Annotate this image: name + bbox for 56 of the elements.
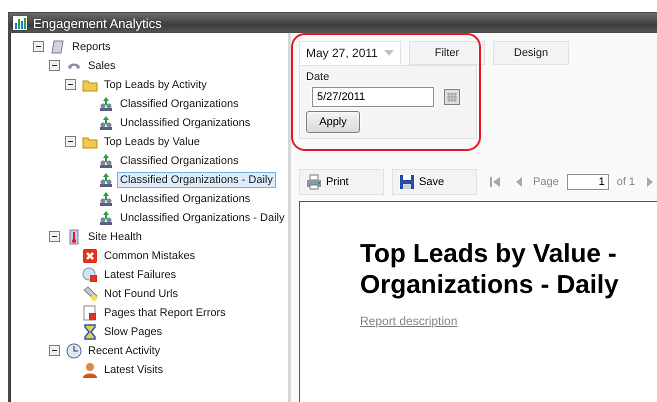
page-count: of 1	[616, 176, 636, 188]
people-icon	[98, 190, 114, 206]
tree-item[interactable]: Top Leads by Activity	[101, 76, 210, 92]
tree-item[interactable]: Reports	[69, 38, 114, 54]
tree-item[interactable]: Recent Activity	[85, 342, 164, 358]
calendar-icon[interactable]	[444, 89, 460, 105]
collapse-toggle[interactable]	[49, 60, 60, 71]
collapse-toggle[interactable]	[65, 136, 76, 147]
tab[interactable]: Design	[493, 41, 569, 65]
hourglass-icon	[82, 324, 98, 340]
tab[interactable]: May 27, 2011	[299, 41, 401, 65]
bar-chart-icon	[13, 16, 27, 30]
tree-item[interactable]: Latest Failures	[101, 266, 180, 282]
people-icon	[98, 210, 114, 226]
date-field[interactable]: 5/27/2011	[312, 87, 434, 107]
failure-icon	[82, 266, 98, 282]
tab[interactable]: Filter	[409, 41, 485, 65]
report-description-link[interactable]: Report description	[360, 314, 458, 328]
tree-item[interactable]: Slow Pages	[101, 324, 166, 340]
tree-item[interactable]: Top Leads by Value	[101, 134, 203, 150]
tree-item[interactable]: Site Health	[85, 228, 145, 244]
collapse-toggle[interactable]	[49, 231, 60, 242]
clock-icon	[66, 342, 82, 358]
flashlight-icon	[82, 286, 98, 302]
people-icon	[98, 114, 114, 130]
page-label: Page	[533, 176, 559, 188]
print-button[interactable]: Print	[299, 169, 384, 195]
collapse-toggle[interactable]	[33, 41, 44, 52]
caret-icon	[384, 50, 394, 56]
tree-item[interactable]: Classified Organizations	[117, 96, 242, 112]
tree-item[interactable]: Pages that Report Errors	[101, 304, 229, 320]
tree-item[interactable]: Common Mistakes	[101, 248, 198, 264]
tree-item[interactable]: Latest Visits	[101, 362, 166, 378]
tree-item[interactable]: Unclassified Organizations - Daily	[117, 210, 288, 226]
collapse-toggle[interactable]	[49, 345, 60, 356]
person-icon	[82, 362, 98, 378]
page-field[interactable]: 1	[566, 174, 609, 190]
tree-item[interactable]: Not Found Urls	[101, 286, 181, 302]
window-title: Engagement Analytics	[33, 16, 162, 30]
scroll-icon	[50, 38, 66, 54]
page-error-icon	[82, 304, 98, 320]
apply-button[interactable]: Apply	[306, 111, 360, 133]
error-icon	[82, 248, 98, 264]
printer-icon	[306, 174, 322, 190]
people-icon	[98, 96, 114, 112]
tree-item[interactable]: Classified Organizations - Daily	[117, 172, 276, 188]
people-icon	[98, 172, 114, 188]
tree-item[interactable]: Unclassified Organizations	[117, 190, 254, 206]
tree-item[interactable]: Unclassified Organizations	[117, 114, 254, 130]
tree-item[interactable]: Sales	[85, 58, 119, 74]
date-label: Date	[306, 71, 330, 83]
people-icon	[98, 152, 114, 168]
save-button[interactable]: Save	[392, 169, 477, 195]
collapse-toggle[interactable]	[65, 79, 76, 90]
report-heading: Top Leads by Value - Organizations - Daily	[360, 238, 620, 300]
tree-item[interactable]: Classified Organizations	[117, 152, 242, 168]
